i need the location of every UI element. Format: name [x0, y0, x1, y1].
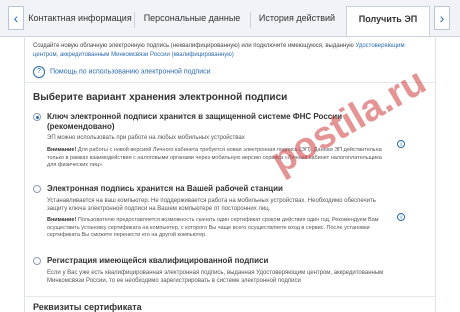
radio-qualified[interactable] [33, 257, 41, 265]
intro-text-line: Создайте новую облачную электронную подп… [33, 43, 354, 49]
tab-divider [134, 12, 135, 28]
tab-contact-info[interactable]: Контактная информация [28, 6, 132, 36]
tab-action-history[interactable]: История действий [252, 6, 342, 36]
help-link[interactable]: ? Помощь по использованию электронной под… [33, 66, 211, 78]
note-label: Внимание! [47, 217, 77, 223]
storage-option-workstation[interactable]: Электронная подпись хранится на Вашей ра… [33, 184, 423, 246]
option-description: Если у Вас уже есть квалифицированная эл… [47, 270, 384, 284]
note-text: Пользователю предоставляется возможность… [47, 217, 379, 238]
info-icon[interactable]: i [397, 213, 405, 221]
intro-text: Создайте новую облачную электронную подп… [33, 42, 423, 60]
chevron-left-icon[interactable]: ‹ [8, 6, 24, 30]
help-link-label: Помощь по использованию электронной подп… [50, 68, 211, 76]
tab-bar: ‹ Контактная информация Персональные дан… [0, 0, 460, 37]
tab-divider [250, 12, 251, 28]
radio-fns[interactable] [33, 113, 41, 121]
option-title: Электронная подпись хранится на Вашей ра… [47, 184, 283, 193]
main-panel: Создайте новую облачную электронную подп… [24, 36, 436, 312]
option-description: Устанавливается на ваш компьютер. Не под… [47, 198, 376, 212]
info-icon[interactable]: i [397, 140, 405, 148]
section-title: Выберите вариант хранения электронной по… [33, 92, 288, 103]
note-label: Внимание! [47, 147, 77, 153]
tab-personal-data[interactable]: Персональные данные [136, 6, 248, 36]
option-title: Регистрация имеющейся квалифицированной … [47, 256, 269, 265]
divider [25, 296, 435, 297]
requisites-title: Реквизиты сертификата [33, 302, 142, 312]
chevron-right-icon[interactable]: › [434, 6, 450, 30]
option-note: Внимание! Пользователю предоставляется в… [47, 217, 392, 240]
question-icon: ? [33, 66, 45, 78]
radio-workstation[interactable] [33, 185, 41, 193]
tab-get-signature[interactable]: Получить ЭП [346, 6, 430, 36]
storage-option-qualified[interactable]: Регистрация имеющейся квалифицированной … [33, 256, 423, 296]
